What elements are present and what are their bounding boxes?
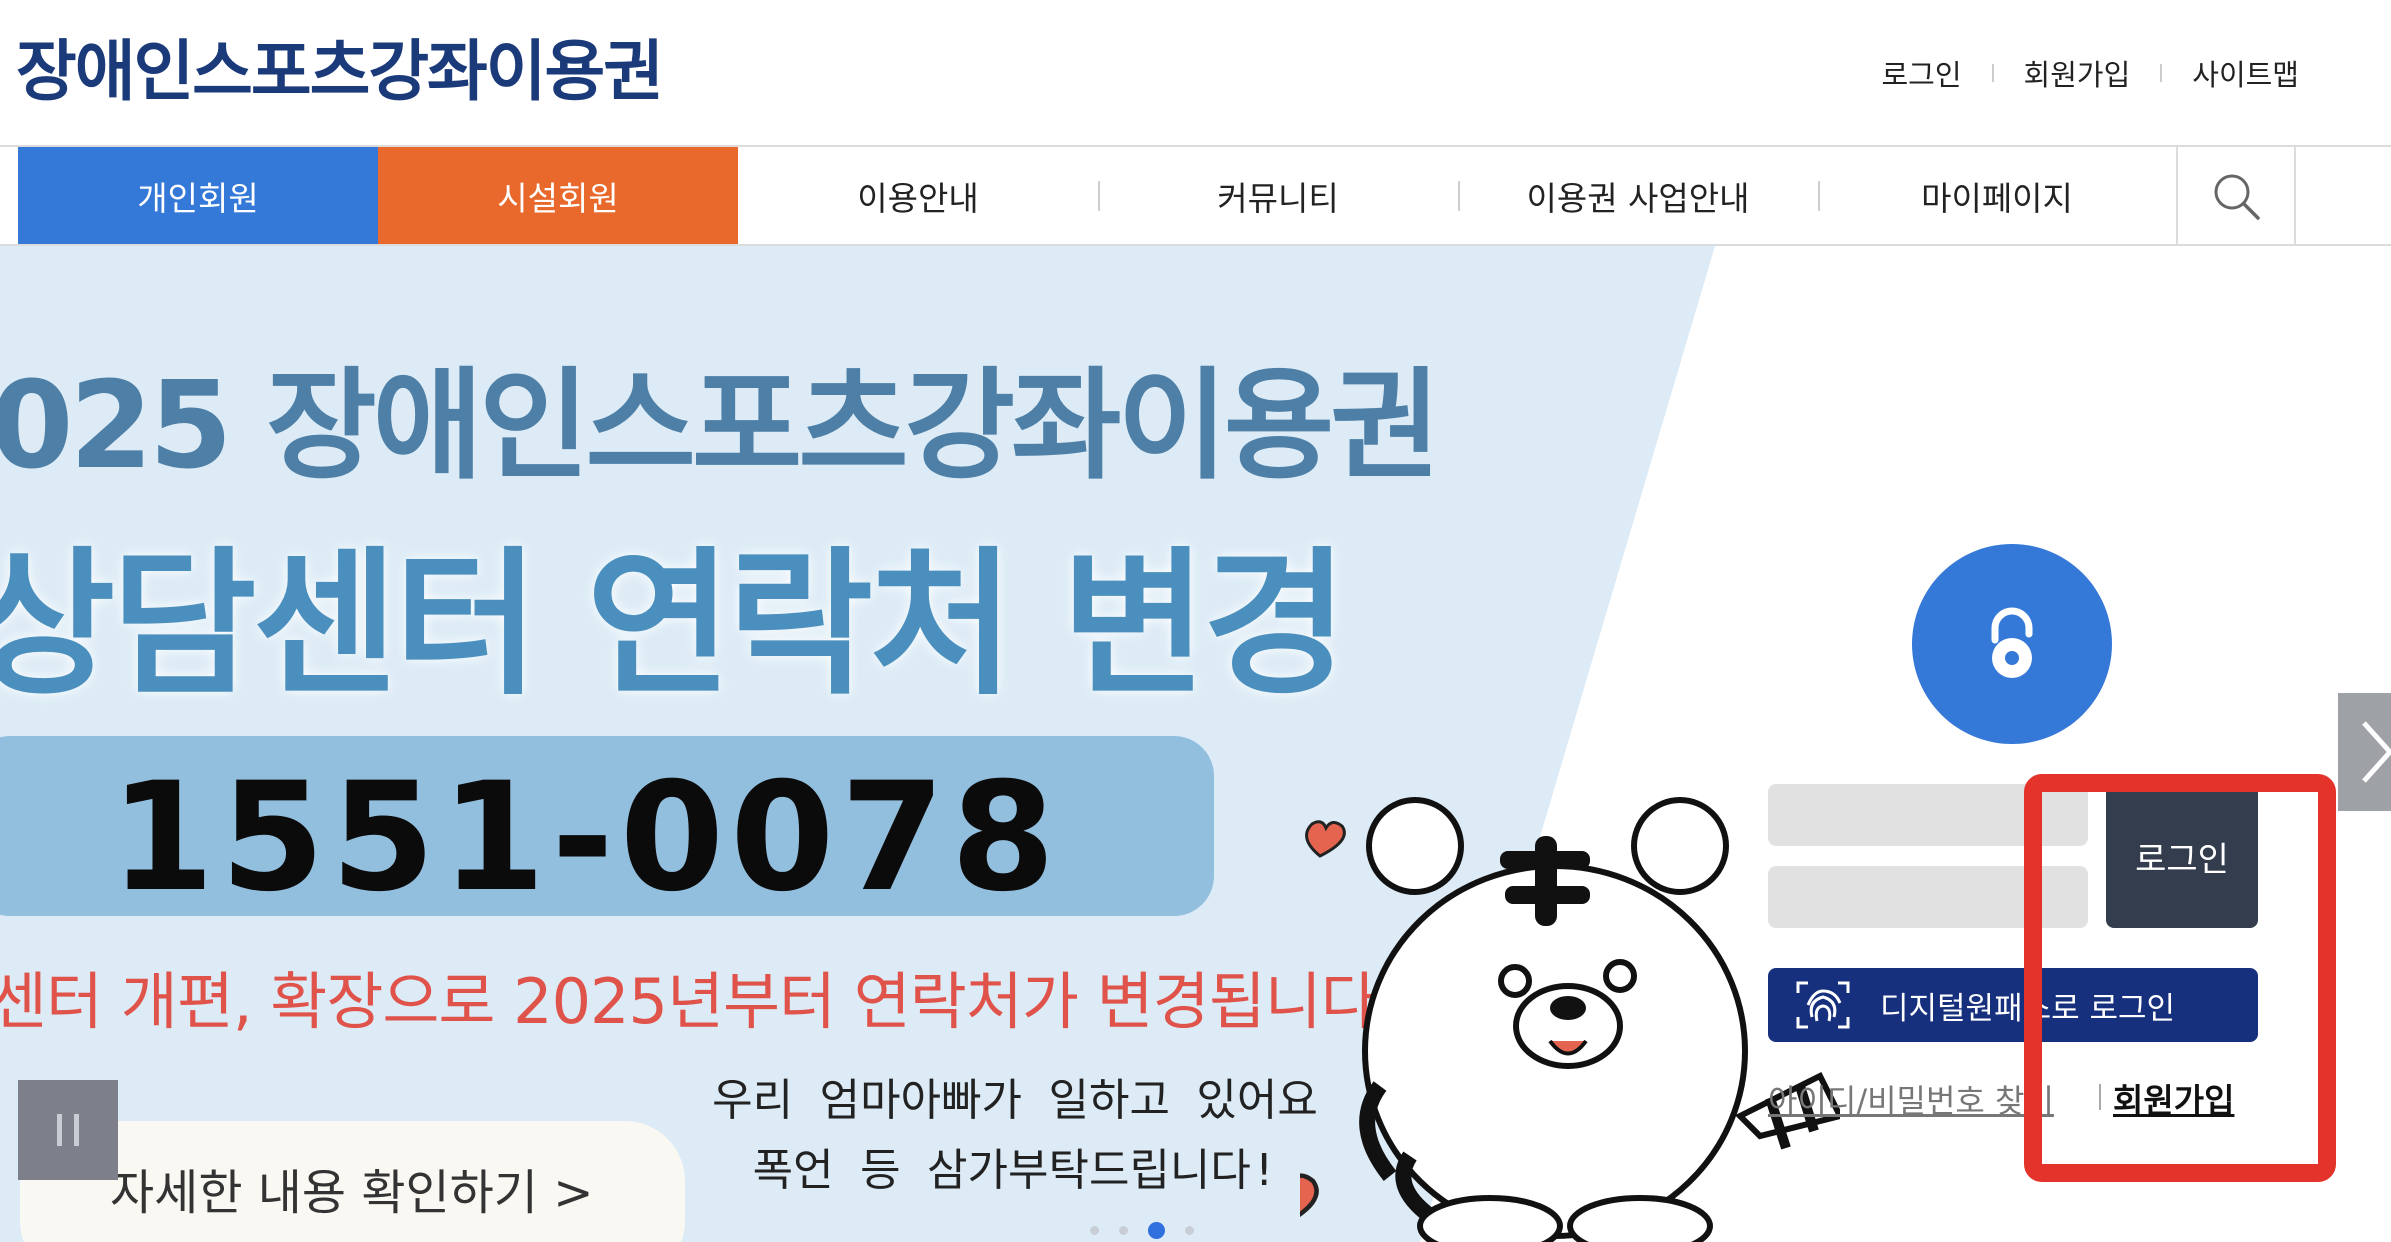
banner-change-title: 상담센터 연락처 변경 bbox=[0, 533, 1348, 717]
slide-dot-active[interactable] bbox=[1148, 1222, 1165, 1239]
nav-personal-member[interactable]: 개인회원 bbox=[18, 147, 378, 244]
slider-next-button[interactable] bbox=[2338, 693, 2391, 811]
pause-icon bbox=[57, 1114, 62, 1146]
detail-link-text[interactable]: 자세한 내용 확인하기 > bbox=[110, 1153, 593, 1223]
chevron-right-icon bbox=[2362, 721, 2391, 783]
main-nav: 개인회원 시설회원 이용안내 커뮤니티 이용권 사업안내 마이페이지 bbox=[0, 145, 2391, 246]
util-login-link[interactable]: 로그인 bbox=[1881, 52, 1961, 94]
banner-notice-text: 센터 개편, 확장으로 2025년부터 연락처가 변경됩니다! bbox=[0, 965, 1402, 1038]
slider-pagination bbox=[1090, 1222, 1194, 1239]
banner-phone-number: 1551-0078 bbox=[110, 751, 1062, 925]
tiger-character-illustration bbox=[1300, 797, 1840, 1242]
slider-pause-button[interactable] bbox=[18, 1080, 118, 1180]
find-id-password-link[interactable]: 아이디/비밀번호 찾기 bbox=[1768, 1076, 2054, 1122]
speech-line: 우리 엄마아빠가 일하고 있어요 bbox=[712, 1075, 1318, 1126]
nav-community[interactable]: 커뮤니티 bbox=[1098, 147, 1458, 244]
slide-dot[interactable] bbox=[1185, 1226, 1194, 1235]
nav-voucher-business[interactable]: 이용권 사업안내 bbox=[1458, 147, 1818, 244]
search-icon bbox=[2214, 174, 2260, 220]
speech-line: 폭언 등 삼가부탁드립니다! bbox=[752, 1145, 1278, 1196]
lock-icon bbox=[1991, 607, 2033, 678]
detail-link-pill[interactable]: 자세한 내용 확인하기 > bbox=[20, 1121, 685, 1242]
utility-links: 로그인 회원가입 사이트맵 bbox=[1881, 52, 2299, 94]
util-sitemap-link[interactable]: 사이트맵 bbox=[2192, 52, 2299, 94]
nav-facility-member[interactable]: 시설회원 bbox=[378, 147, 738, 244]
util-join-link[interactable]: 회원가입 bbox=[2024, 52, 2131, 94]
pause-icon bbox=[74, 1114, 79, 1146]
search-button[interactable] bbox=[2176, 147, 2296, 244]
slide-dot[interactable] bbox=[1119, 1226, 1128, 1235]
nav-usage-guide[interactable]: 이용안내 bbox=[738, 147, 1098, 244]
speech-text: 우리 엄마아빠가 일하고 있어요 폭언 등 삼가부탁드립니다! bbox=[690, 1066, 1340, 1206]
util-divider bbox=[2160, 64, 2163, 82]
login-lock-badge bbox=[1912, 544, 2112, 744]
site-logo[interactable]: 장애인스포츠강좌이용권 bbox=[16, 18, 664, 114]
nav-mypage[interactable]: 마이페이지 bbox=[1818, 147, 2176, 244]
slide-dot[interactable] bbox=[1090, 1226, 1099, 1235]
annotation-highlight-box bbox=[2024, 774, 2336, 1182]
page: 장애인스포츠강좌이용권 로그인 회원가입 사이트맵 개인회원 시설회원 이용안내… bbox=[0, 0, 2391, 1242]
banner-year-title: 025 장애인스포츠강좌이용권 bbox=[0, 357, 1441, 496]
util-divider bbox=[1991, 64, 1994, 82]
fingerprint-icon bbox=[1794, 979, 1852, 1031]
